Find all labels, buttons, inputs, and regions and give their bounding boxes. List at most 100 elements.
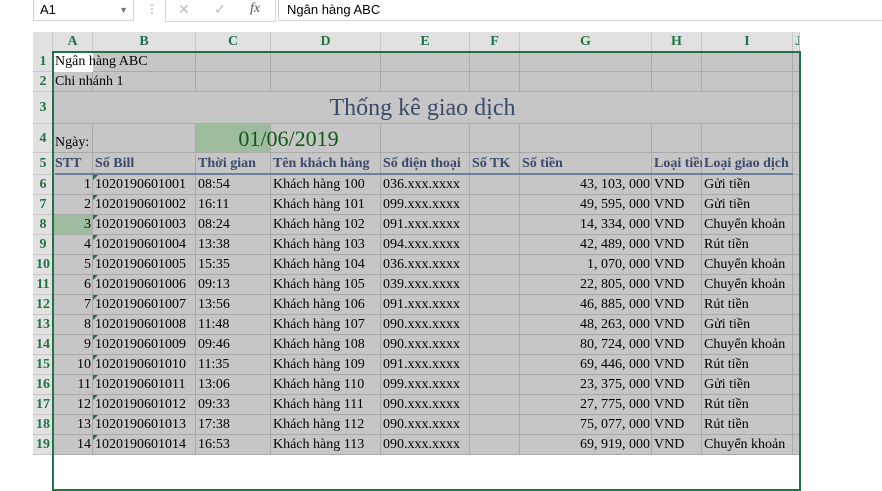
row-header-10[interactable]: 10 xyxy=(33,255,53,275)
cell[interactable] xyxy=(793,435,800,455)
cell[interactable] xyxy=(271,72,381,92)
cell[interactable] xyxy=(196,72,271,92)
cell[interactable] xyxy=(793,215,800,235)
cell[interactable] xyxy=(470,315,520,335)
table-cell: 13:06 xyxy=(198,377,230,392)
row-header-16[interactable]: 16 xyxy=(33,375,53,395)
row-header-12[interactable]: 12 xyxy=(33,295,53,315)
cell[interactable] xyxy=(470,395,520,415)
cell[interactable] xyxy=(470,195,520,215)
select-all-corner[interactable] xyxy=(33,32,53,52)
enter-icon[interactable]: ✓ xyxy=(214,1,226,18)
title-cell[interactable]: Thống kê giao dịch xyxy=(53,92,793,124)
cancel-icon[interactable]: ✕ xyxy=(178,1,190,18)
branch-name: Chi nhánh 1 xyxy=(55,74,124,89)
table-cell: Khách hàng 104 xyxy=(273,257,365,272)
row-header-7[interactable]: 7 xyxy=(33,195,53,215)
cell[interactable] xyxy=(470,355,520,375)
table-cell: 48, 263, 000 xyxy=(580,317,650,332)
cell[interactable] xyxy=(652,124,702,153)
row-header-14[interactable]: 14 xyxy=(33,335,53,355)
cell[interactable] xyxy=(793,275,800,295)
column-header-H[interactable]: H xyxy=(652,32,702,52)
cell[interactable] xyxy=(520,124,652,153)
cell[interactable] xyxy=(793,52,800,72)
row-header-8[interactable]: 8 xyxy=(33,215,53,235)
insert-function-icon[interactable]: fx xyxy=(250,1,260,17)
column-header-I[interactable]: I xyxy=(702,32,793,52)
cell[interactable] xyxy=(793,255,800,275)
column-header-E[interactable]: E xyxy=(381,32,470,52)
cell[interactable] xyxy=(470,375,520,395)
column-title: Tên khách hàng xyxy=(273,156,370,171)
table-cell: 2 xyxy=(84,197,91,212)
column-header-G[interactable]: G xyxy=(520,32,652,52)
row-header-15[interactable]: 15 xyxy=(33,355,53,375)
cell[interactable] xyxy=(470,435,520,455)
cell[interactable] xyxy=(793,124,800,153)
cell[interactable] xyxy=(470,295,520,315)
cell[interactable] xyxy=(793,315,800,335)
chevron-down-icon[interactable]: ▼ xyxy=(119,0,128,20)
row-header-9[interactable]: 9 xyxy=(33,235,53,255)
row-header-6[interactable]: 6 xyxy=(33,175,53,195)
cell[interactable] xyxy=(470,235,520,255)
column-header-F[interactable]: F xyxy=(470,32,520,52)
cell[interactable] xyxy=(470,72,520,92)
table-cell: 1020190601012 xyxy=(93,395,186,412)
table-cell: 1020190601002 xyxy=(93,195,186,212)
cell[interactable] xyxy=(702,72,793,92)
cell[interactable] xyxy=(271,52,381,72)
cell[interactable] xyxy=(381,124,470,153)
row-header-13[interactable]: 13 xyxy=(33,315,53,335)
column-header-D[interactable]: D xyxy=(271,32,381,52)
cell[interactable] xyxy=(470,255,520,275)
cell[interactable] xyxy=(470,124,520,153)
cell[interactable] xyxy=(470,275,520,295)
cell[interactable] xyxy=(793,375,800,395)
row-header-3[interactable]: 3 xyxy=(33,92,53,124)
column-header-J[interactable]: J xyxy=(793,32,800,52)
column-header-C[interactable]: C xyxy=(196,32,271,52)
cell[interactable] xyxy=(702,124,793,153)
row-header-1[interactable]: 1 xyxy=(33,52,53,72)
row-header-18[interactable]: 18 xyxy=(33,415,53,435)
cell[interactable] xyxy=(793,395,800,415)
cell[interactable] xyxy=(793,72,800,92)
cell[interactable] xyxy=(793,355,800,375)
column-header-B[interactable]: B xyxy=(93,32,196,52)
cell[interactable] xyxy=(381,72,470,92)
cell[interactable] xyxy=(793,92,800,124)
row-header-2[interactable]: 2 xyxy=(33,72,53,92)
cell[interactable] xyxy=(652,72,702,92)
cell[interactable] xyxy=(470,215,520,235)
row-header-5[interactable]: 5 xyxy=(33,153,53,175)
cell[interactable] xyxy=(793,295,800,315)
cell[interactable] xyxy=(793,415,800,435)
cell[interactable] xyxy=(652,52,702,72)
row-header-19[interactable]: 19 xyxy=(33,435,53,455)
cell[interactable] xyxy=(470,52,520,72)
cell[interactable] xyxy=(793,175,800,195)
cell[interactable] xyxy=(793,335,800,355)
cell[interactable] xyxy=(196,52,271,72)
row-header-17[interactable]: 17 xyxy=(33,395,53,415)
cell[interactable] xyxy=(793,153,800,175)
formula-input[interactable]: Ngân hàng ABC xyxy=(278,0,882,21)
cell[interactable] xyxy=(381,52,470,72)
cell[interactable] xyxy=(702,52,793,72)
cell[interactable] xyxy=(470,415,520,435)
cell[interactable] xyxy=(793,195,800,215)
cell[interactable] xyxy=(520,72,652,92)
cell[interactable] xyxy=(470,335,520,355)
table-cell: VND xyxy=(654,417,685,432)
table-cell: VND xyxy=(654,317,685,332)
column-header-A[interactable]: A xyxy=(53,32,93,52)
row-header-4[interactable]: 4 xyxy=(33,124,53,153)
table-cell: 1020190601001 xyxy=(93,175,186,192)
name-box[interactable]: A1 ▼ xyxy=(33,0,134,21)
cell[interactable] xyxy=(470,175,520,195)
cell[interactable] xyxy=(793,235,800,255)
cell[interactable] xyxy=(520,52,652,72)
row-header-11[interactable]: 11 xyxy=(33,275,53,295)
